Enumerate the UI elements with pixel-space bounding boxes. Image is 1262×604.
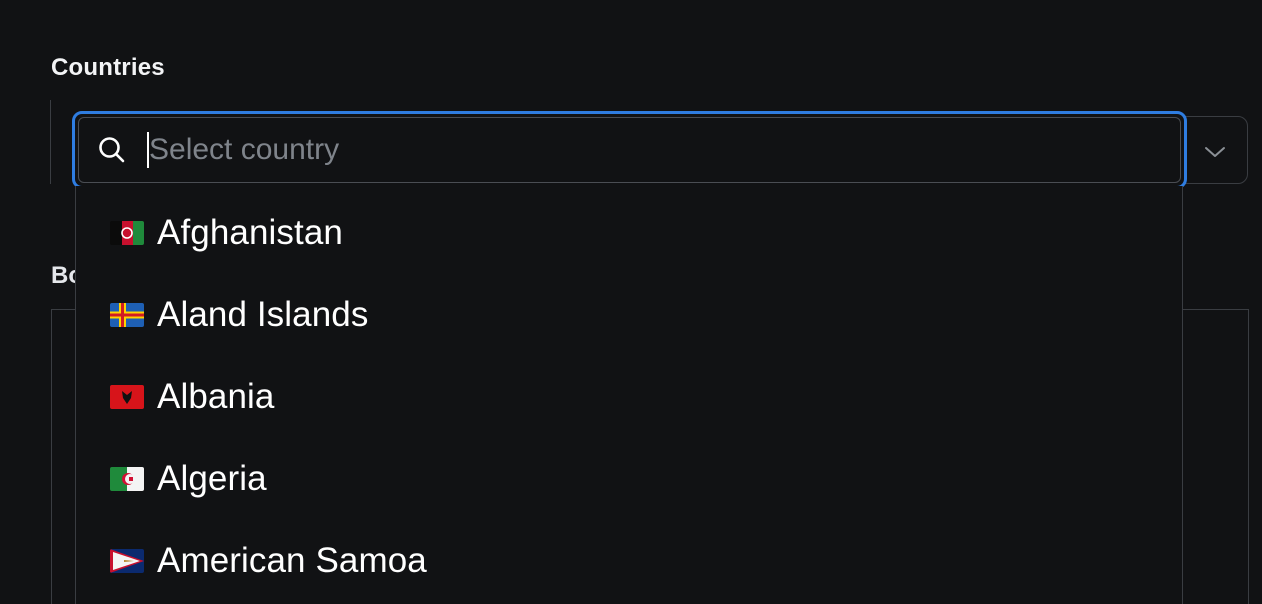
list-item[interactable]: Afghanistan [76, 192, 1182, 274]
option-label: Albania [157, 377, 275, 416]
american-samoa-flag-icon [110, 549, 144, 573]
algeria-flag-icon [110, 467, 144, 491]
search-input[interactable] [149, 133, 1049, 167]
countries-label: Countries [51, 54, 165, 81]
list-item[interactable]: American Samoa [76, 520, 1182, 602]
aland-islands-flag-icon [110, 303, 144, 327]
list-item[interactable]: Aland Islands [76, 274, 1182, 356]
option-label: Aland Islands [157, 295, 369, 334]
option-label: Algeria [157, 459, 267, 498]
field-group-edge [50, 100, 51, 184]
option-label: Afghanistan [157, 213, 343, 252]
afghanistan-flag-icon [110, 221, 144, 245]
list-item[interactable]: Albania [76, 356, 1182, 438]
list-item[interactable]: Algeria [76, 438, 1182, 520]
country-search-field[interactable] [72, 111, 1187, 189]
option-label: American Samoa [157, 541, 427, 580]
albania-flag-icon [110, 385, 144, 409]
search-icon [99, 137, 125, 163]
page: Countries Bo Afghanistan [0, 0, 1262, 604]
chevron-down-icon[interactable] [1200, 137, 1230, 167]
country-dropdown-list: Afghanistan Aland Islands Albania Algeri… [75, 186, 1183, 604]
